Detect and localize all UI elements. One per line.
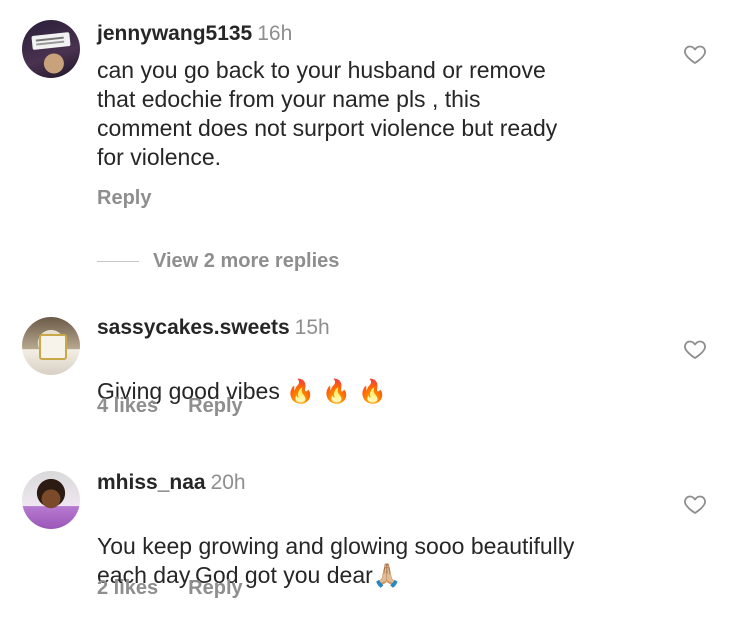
username[interactable]: jennywang5135 [97,22,252,45]
comment-author[interactable]: sassycakes.sweets 15h [97,316,330,340]
username[interactable]: mhiss_naa [97,471,206,494]
comment-author[interactable]: mhiss_naa 20h [97,471,246,495]
heart-icon[interactable] [683,492,707,516]
comment-actions: 2 likes Reply [97,577,243,600]
comment-time: 16h [257,22,293,45]
username[interactable]: sassycakes.sweets [97,316,290,339]
heart-icon[interactable] [683,42,707,66]
view-more-replies[interactable]: View 2 more replies [97,250,339,276]
comment-time: 20h [210,471,246,494]
heart-icon[interactable] [683,337,707,361]
comment: mhiss_naa 20h You keep growing and glowin… [0,455,750,630]
likes-count[interactable]: 4 likes [97,395,158,417]
comment-actions: Reply [97,187,151,210]
likes-count[interactable]: 2 likes [97,577,158,599]
divider [97,261,139,262]
avatar-image [31,32,71,50]
reply-button[interactable]: Reply [188,395,242,417]
comment-text: can you go back to your husband or remov… [97,57,558,170]
comment-actions: 4 likes Reply [97,395,243,418]
comment-author[interactable]: jennywang5135 16h [97,22,292,46]
praying-hands-emoji: 🙏🏼 [372,563,402,589]
avatar[interactable] [22,317,80,375]
avatar[interactable] [22,20,80,78]
view-replies-label[interactable]: View 2 more replies [153,250,339,272]
reply-button[interactable]: Reply [188,577,242,599]
comment: sassycakes.sweets 15h Giving good vibes 🔥… [0,300,750,430]
comment: jennywang5135 16h can you go back to your… [0,0,750,230]
avatar[interactable] [22,471,80,529]
avatar-image [39,334,67,360]
fire-emoji: 🔥 🔥 🔥 [286,379,387,405]
reply-button[interactable]: Reply [97,187,151,209]
comment-time: 15h [294,316,330,339]
